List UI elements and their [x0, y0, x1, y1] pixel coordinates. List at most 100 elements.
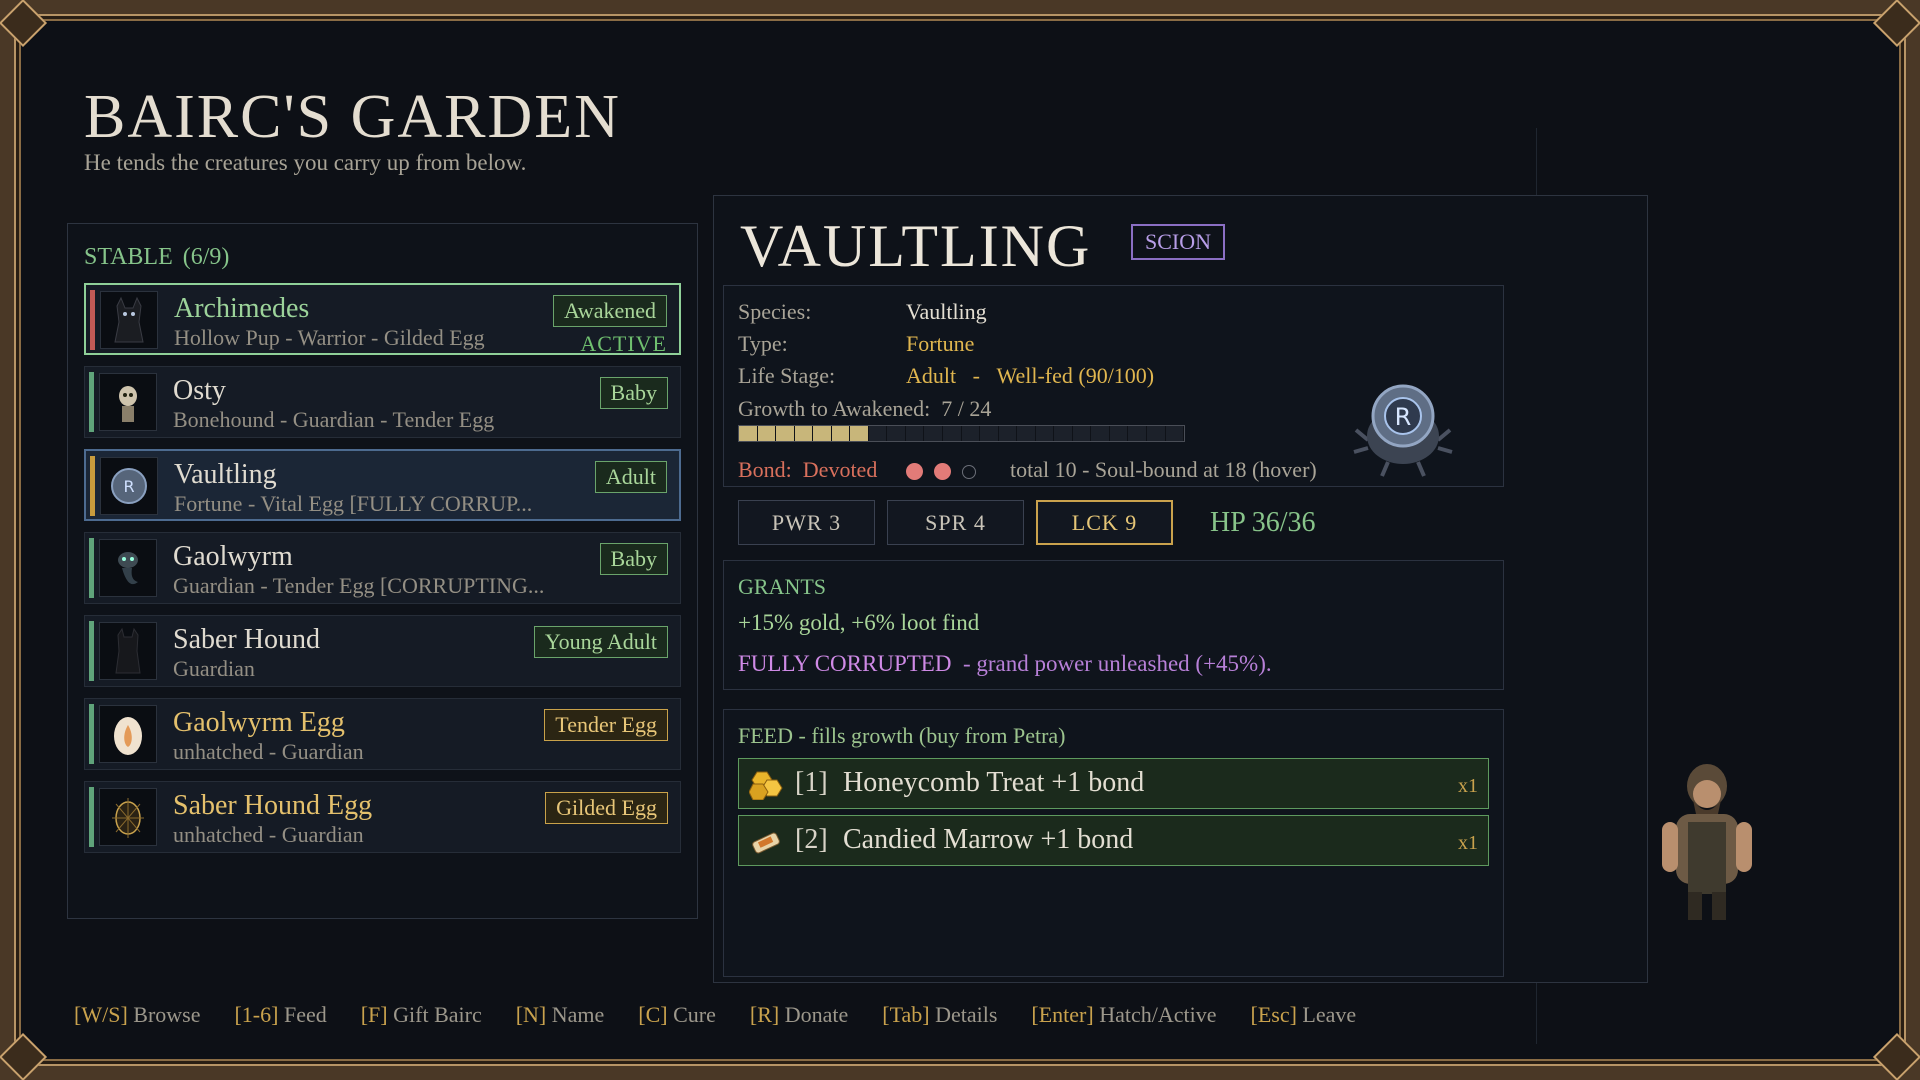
creature-name: Osty — [173, 375, 226, 406]
bond-label: Bond: Devoted — [738, 457, 878, 482]
creature-name: Archimedes — [174, 293, 310, 324]
creature-portrait-icon — [99, 622, 157, 680]
lck-stat[interactable]: LCK 9 — [1036, 500, 1173, 545]
growth-segment — [1054, 426, 1073, 441]
grants-line: +15% gold, +6% loot find — [738, 610, 980, 635]
spr-stat[interactable]: SPR 4 — [887, 500, 1024, 545]
feed-item-candied-marrow[interactable]: [2] Candied Marrow +1 bond x1 — [738, 815, 1489, 866]
stable-row-saber-hound-egg[interactable]: Saber Hound Egg unhatched - Guardian Gil… — [84, 781, 681, 853]
row-status-bar — [89, 704, 94, 764]
key-hint: [Enter] Hatch/Active — [1031, 1002, 1216, 1027]
growth-segment — [924, 426, 944, 441]
page-title: BAIRC'S GARDEN — [84, 83, 621, 151]
creature-name: Gaolwyrm — [173, 541, 293, 572]
creature-portrait-icon — [100, 291, 158, 349]
key-action: Donate — [779, 1002, 849, 1027]
feed-key: [2] — [795, 824, 828, 855]
growth-segment — [887, 426, 906, 441]
creature-name: Vaultling — [174, 459, 277, 490]
key-hint: [Esc] Leave — [1251, 1002, 1357, 1027]
keybinding-hints: [W/S] Browse [1-6] Feed [F] Gift Bairc [N] … — [74, 1002, 1390, 1028]
species-label: Species: — [738, 299, 812, 324]
feed-quantity: x1 — [1458, 832, 1478, 854]
key-label: [1-6] — [234, 1002, 279, 1027]
stable-row-vaultling[interactable]: R Vaultling Fortune - Vital Egg [FULLY C… — [84, 449, 681, 521]
egg-badge: Tender Egg — [544, 709, 668, 741]
growth-segment — [869, 426, 888, 441]
creature-info: Guardian - Tender Egg [CORRUPTING... — [173, 573, 545, 598]
life-stage-label: Life Stage: — [738, 363, 836, 388]
stable-row-osty[interactable]: Osty Bonehound - Guardian - Tender Egg B… — [84, 366, 681, 438]
key-label: [F] — [360, 1002, 388, 1027]
type-label: Type: — [738, 331, 788, 356]
stable-row-gaolwyrm-egg[interactable]: Gaolwyrm Egg unhatched - Guardian Tender… — [84, 698, 681, 770]
key-hint: [1-6] Feed — [234, 1002, 326, 1027]
stage-badge: Young Adult — [533, 626, 668, 658]
creature-info: Bonehound - Guardian - Tender Egg — [173, 407, 495, 432]
species-value: Vaultling — [906, 299, 987, 324]
feed-quantity: x1 — [1458, 775, 1478, 797]
feed-key: [1] — [795, 767, 828, 798]
bond-dot — [934, 463, 951, 480]
row-status-bar — [90, 456, 95, 516]
growth-segment — [943, 426, 962, 441]
row-status-bar — [89, 787, 94, 847]
corruption-tag: FULLY CORRUPTED — [738, 651, 952, 676]
growth-segment — [999, 426, 1018, 441]
growth-segment — [739, 426, 758, 441]
growth-segment — [776, 426, 795, 441]
creature-info: unhatched - Guardian — [173, 822, 364, 847]
growth-segment — [794, 426, 814, 441]
pwr-stat[interactable]: PWR 3 — [738, 500, 875, 545]
key-hint: [R] Donate — [750, 1002, 848, 1027]
creature-name: Saber Hound — [173, 624, 320, 655]
key-action: Details — [929, 1002, 998, 1027]
stage-badge: Baby — [599, 543, 668, 575]
creature-info: unhatched - Guardian — [173, 739, 364, 764]
creature-info: Hollow Pup - Warrior - Gilded Egg — [174, 325, 485, 350]
stable-row-gaolwyrm[interactable]: Gaolwyrm Guardian - Tender Egg [CORRUPTI… — [84, 532, 681, 604]
stable-title: STABLE (6/9) — [84, 244, 230, 270]
growth-segment — [831, 426, 851, 441]
key-label: [Enter] — [1031, 1002, 1094, 1027]
growth-segment — [813, 426, 832, 441]
growth-segment — [1147, 426, 1166, 441]
key-label: [Tab] — [882, 1002, 930, 1027]
growth-segment — [1017, 426, 1036, 441]
key-label: [W/S] — [74, 1002, 128, 1027]
feed-label: Honeycomb Treat +1 bond — [843, 767, 1145, 798]
vaultling-portrait-icon: R — [1348, 370, 1458, 485]
key-label: [C] — [638, 1002, 668, 1027]
stage-badge: Awakened — [552, 295, 667, 327]
growth-value: 7 / 24 — [941, 396, 992, 421]
key-label: [N] — [515, 1002, 547, 1027]
key-hint: [Tab] Details — [882, 1002, 997, 1027]
bond-total[interactable]: total 10 - Soul-bound at 18 (hover) — [1010, 457, 1317, 483]
stable-row-archimedes[interactable]: Archimedes Hollow Pup - Warrior - Gilded… — [84, 283, 681, 356]
type-value: Fortune — [906, 331, 975, 356]
growth-segment — [850, 426, 869, 441]
bond-dot — [906, 463, 923, 480]
key-action: Gift Bairc — [387, 1002, 482, 1027]
growth-segment — [1110, 426, 1129, 441]
growth-segment — [1128, 426, 1148, 441]
marrow-icon — [749, 827, 783, 864]
feed-item-honeycomb[interactable]: [1] Honeycomb Treat +1 bond x1 — [738, 758, 1489, 809]
key-action: Browse — [127, 1002, 201, 1027]
key-action: Hatch/Active — [1093, 1002, 1217, 1027]
growth-progress-bar — [738, 425, 1185, 442]
honeycomb-icon — [748, 770, 783, 807]
creature-portrait-icon — [99, 373, 157, 431]
egg-icon — [99, 788, 157, 846]
growth-segment — [1091, 426, 1110, 441]
hp-value: HP 36/36 — [1210, 507, 1316, 538]
creature-name: Gaolwyrm Egg — [173, 707, 345, 738]
key-action: Name — [546, 1002, 605, 1027]
scion-badge: SCION — [1131, 224, 1226, 260]
corruption-line: FULLY CORRUPTED - grand power unleashed … — [738, 651, 1272, 676]
stable-row-saber-hound[interactable]: Saber Hound Guardian Young Adult — [84, 615, 681, 687]
key-hint: [N] Name — [516, 1002, 605, 1027]
bairc-npc-sprite[interactable] — [1652, 756, 1762, 926]
growth-segment — [962, 426, 981, 441]
row-status-bar — [89, 372, 94, 432]
